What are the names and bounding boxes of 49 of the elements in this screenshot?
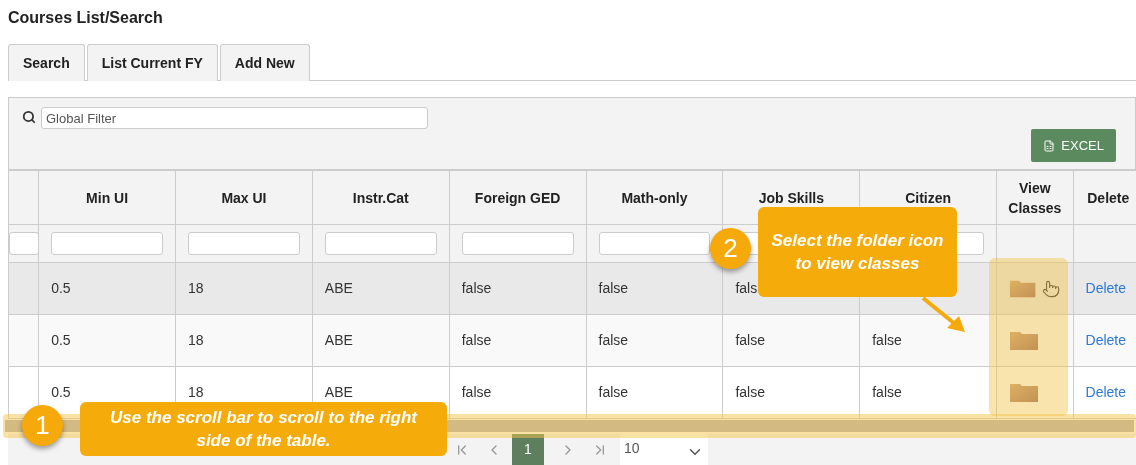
table-cell: 0.5 [51, 384, 71, 400]
table-cell: false [598, 332, 629, 348]
tab[interactable]: Search [8, 44, 85, 81]
search-icon [22, 110, 36, 124]
table-cell: ABE [324, 384, 353, 400]
table-cell: 18 [188, 280, 204, 296]
table-cell: false [872, 384, 902, 400]
table-cell: false [598, 280, 629, 296]
table-cell: false [735, 332, 765, 348]
table-cell: false [461, 280, 492, 296]
arrow-drawing [921, 296, 967, 334]
tab[interactable]: List Current FY [86, 44, 218, 81]
table-cell: 0.5 [51, 332, 71, 348]
page-button[interactable]: 1 [512, 434, 544, 465]
column-header: Instr.Cat [312, 170, 450, 225]
column-filter-field[interactable] [461, 232, 574, 255]
column-filter-field[interactable] [188, 232, 300, 255]
column-filter-field[interactable] [324, 232, 437, 255]
table-cell: 18 [188, 384, 204, 400]
table-cell: false [872, 332, 902, 348]
excel-icon [1043, 139, 1056, 152]
column-filter-field[interactable] [51, 232, 163, 255]
table-cell: 0.5 [51, 280, 71, 296]
page-size-dropdown[interactable]: 10 [620, 434, 708, 465]
callout-tooltip: Use the scroll bar to scroll to the right side of the table. [80, 402, 447, 456]
column-filter-field[interactable] [9, 232, 39, 255]
column-header: Foreign GED [449, 170, 587, 225]
table-cell: ABE [324, 280, 353, 296]
column-header: Min UI [38, 170, 176, 225]
table-cell: false [461, 384, 492, 400]
callout-tooltip: Select the folder icon to view classes [758, 207, 957, 297]
column-header: View Classes [996, 170, 1074, 225]
table-cell: false [598, 384, 629, 400]
column-header: Max UI [175, 170, 313, 225]
column-header: Math-only [586, 170, 723, 225]
table-cell: ABE [324, 332, 353, 348]
tab[interactable]: Add New [219, 44, 310, 81]
table-cell: false [461, 332, 492, 348]
delete-link[interactable]: Delete [1085, 384, 1126, 400]
table-cell: 18 [188, 332, 204, 348]
table-cell: fals [735, 280, 758, 296]
table-cell: false [735, 384, 765, 400]
column-filter-field[interactable] [598, 232, 711, 255]
page-title: Courses List/Search [8, 8, 163, 28]
delete-link[interactable]: Delete [1085, 280, 1126, 296]
column-header: Delete [1073, 170, 1136, 225]
excel-button[interactable]: EXCEL [1031, 129, 1116, 162]
global-filter-field[interactable]: Global Filter [41, 107, 428, 129]
delete-link[interactable]: Delete [1085, 332, 1126, 348]
